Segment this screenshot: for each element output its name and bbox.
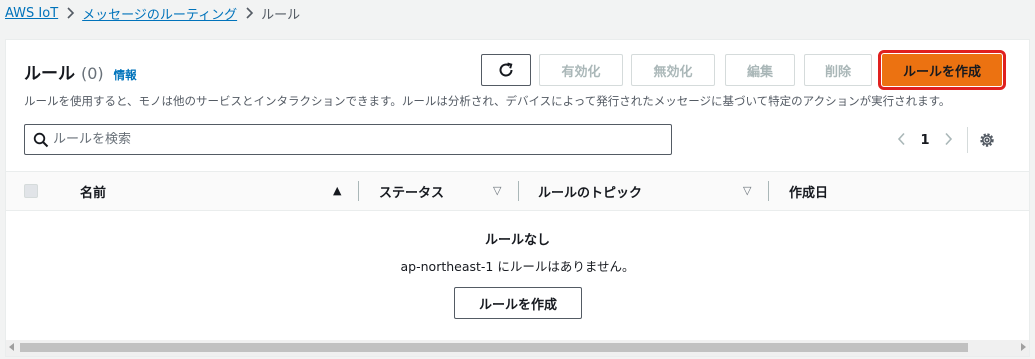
scroll-left-icon[interactable] — [9, 343, 14, 351]
panel-header: ルール (0) 情報 — [24, 59, 137, 84]
column-divider — [518, 181, 519, 201]
table-header: 名前 ▲ ステータス ▽ ルールのトピック ▽ 作成日 — [6, 171, 1029, 211]
rules-panel: ルール (0) 情報 ルールを使用すると、モノは他のサービスとインタラクションで… — [5, 39, 1030, 357]
disable-button[interactable]: 無効化 — [631, 54, 715, 86]
refresh-button[interactable] — [481, 54, 531, 86]
column-divider — [768, 181, 769, 201]
divider — [967, 127, 968, 153]
breadcrumb-aws-iot[interactable]: AWS IoT — [5, 6, 58, 21]
chevron-right-icon — [64, 7, 76, 19]
empty-create-rule-button[interactable]: ルールを作成 — [454, 287, 582, 319]
sort-down-icon[interactable]: ▽ — [743, 184, 751, 197]
pagination: 1 — [891, 126, 998, 154]
sort-down-icon[interactable]: ▽ — [493, 184, 501, 197]
breadcrumb: AWS IoT メッセージのルーティング ルール — [5, 4, 301, 23]
search-box — [24, 124, 672, 155]
breadcrumb-current: ルール — [261, 7, 301, 23]
column-name[interactable]: 名前 — [80, 172, 350, 210]
scroll-right-icon[interactable] — [1021, 343, 1026, 351]
column-created-date[interactable]: 作成日 — [789, 172, 989, 210]
chevron-right-icon[interactable] — [937, 131, 959, 150]
delete-button[interactable]: 削除 — [804, 54, 872, 86]
edit-button[interactable]: 編集 — [725, 54, 795, 86]
create-rule-button[interactable]: ルールを作成 — [878, 50, 1006, 90]
empty-state-message: ap-northeast-1 にルールはありません。 — [400, 259, 635, 274]
sort-ascending-icon[interactable]: ▲ — [333, 184, 341, 197]
page-title: ルール — [24, 64, 75, 84]
horizontal-scrollbar[interactable] — [6, 340, 1029, 356]
chevron-right-icon — [243, 7, 255, 19]
enable-button[interactable]: 有効化 — [539, 54, 623, 86]
column-rule-topic[interactable]: ルールのトピック — [538, 172, 758, 210]
empty-state-title: ルールなし — [484, 233, 550, 248]
page-description: ルールを使用すると、モノは他のサービスとインタラクションできます。ルールは分析さ… — [24, 94, 951, 108]
chevron-left-icon[interactable] — [891, 131, 913, 150]
gear-icon[interactable] — [976, 129, 998, 151]
column-divider — [358, 181, 359, 201]
search-input[interactable] — [53, 132, 671, 147]
select-all-checkbox[interactable] — [24, 184, 38, 198]
refresh-icon — [499, 62, 513, 77]
column-status[interactable]: ステータス — [379, 172, 504, 210]
search-icon — [33, 132, 49, 148]
breadcrumb-message-routing[interactable]: メッセージのルーティング — [82, 4, 237, 23]
rule-count: (0) — [81, 64, 104, 83]
scrollbar-thumb[interactable] — [20, 343, 968, 352]
current-page[interactable]: 1 — [913, 133, 937, 148]
info-link[interactable]: 情報 — [114, 67, 137, 83]
